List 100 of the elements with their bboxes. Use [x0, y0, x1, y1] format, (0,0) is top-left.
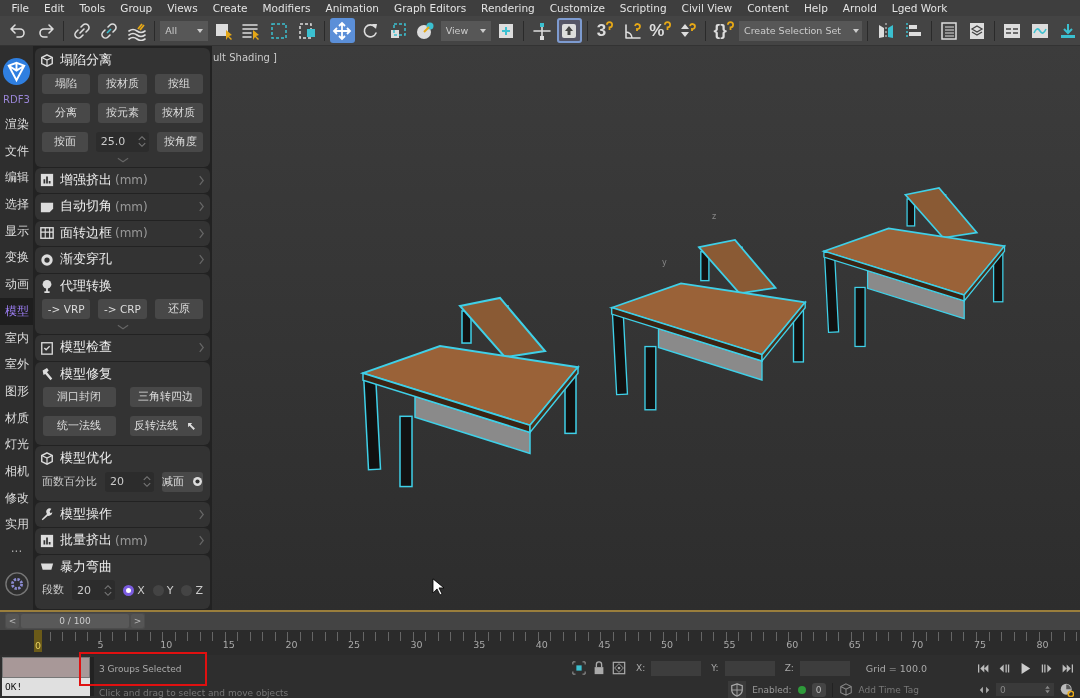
- menu-item[interactable]: Create: [205, 2, 256, 14]
- transform-mode-icon[interactable]: [612, 661, 627, 675]
- panel-button[interactable]: 塌陷: [42, 73, 91, 94]
- section-header[interactable]: 模型优化: [40, 446, 205, 472]
- spinner-field[interactable]: 20: [105, 471, 154, 492]
- section-header[interactable]: 自动切角 (mm): [40, 194, 205, 220]
- unit-label: (mm): [115, 199, 148, 214]
- panel-button[interactable]: 分离: [42, 102, 91, 123]
- logo-icon: [2, 57, 31, 86]
- sidebar-item[interactable]: 相机: [0, 457, 33, 485]
- section-header[interactable]: 模型修复: [40, 361, 205, 387]
- timeline-ruler[interactable]: 0 5 10 15 20 25 30 35 40 45 50 55 60 65 70 75 80: [33, 630, 1080, 655]
- desk-drawing[interactable]: [608, 239, 807, 411]
- viewport-label[interactable]: ult Shading ]: [213, 52, 277, 63]
- menu-item[interactable]: Lged Work: [884, 2, 955, 14]
- sidebar-item[interactable]: 显示: [0, 217, 33, 245]
- menu-item[interactable]: Content: [739, 2, 797, 14]
- section-header[interactable]: 塌陷分离: [40, 48, 205, 74]
- previous-frame-icon[interactable]: [998, 662, 1011, 674]
- panel-button[interactable]: 减面: [162, 471, 203, 492]
- selection-lock-icon[interactable]: [572, 661, 587, 675]
- left-right-arrows-icon[interactable]: [979, 685, 990, 694]
- dropdown[interactable]: Create Selection Set: [739, 20, 863, 41]
- time-slider-thumb[interactable]: < 0 / 100 >: [5, 613, 145, 629]
- menu-item[interactable]: Help: [796, 2, 836, 14]
- section-header[interactable]: 面转边框 (mm): [40, 220, 205, 246]
- sidebar-item[interactable]: 室内: [0, 324, 33, 352]
- sidebar-item[interactable]: 编辑: [0, 164, 33, 192]
- menu-item[interactable]: Graph Editors: [386, 2, 474, 14]
- shield-icon[interactable]: [728, 680, 747, 698]
- next-frame-icon[interactable]: [1040, 662, 1053, 674]
- menu-item[interactable]: Views: [159, 2, 206, 14]
- spinner-field[interactable]: 25.0: [95, 131, 150, 152]
- panel-button[interactable]: 按组: [154, 73, 203, 94]
- dropdown[interactable]: View: [440, 20, 491, 41]
- panel-button[interactable]: -> VRP: [42, 299, 91, 319]
- sidebar-item[interactable]: 材质: [0, 404, 33, 432]
- menu-item[interactable]: Civil View: [674, 2, 740, 14]
- sidebar-item[interactable]: 灯光: [0, 431, 33, 458]
- more-button[interactable]: ...: [10, 538, 23, 562]
- script-input-field[interactable]: [2, 657, 90, 678]
- section-header[interactable]: 批量挤出 (mm): [40, 528, 205, 554]
- menu-item[interactable]: Modifiers: [255, 2, 318, 14]
- sidebar-item[interactable]: 图形: [0, 377, 33, 405]
- desk-drawing[interactable]: [821, 187, 1007, 348]
- menu-item[interactable]: Animation: [318, 2, 387, 14]
- sidebar-item[interactable]: 选择: [0, 191, 33, 218]
- section-header[interactable]: 代理转换: [40, 273, 205, 299]
- sidebar-item[interactable]: 模型: [0, 297, 33, 325]
- menu-item[interactable]: Arnold: [835, 2, 885, 14]
- menu-item[interactable]: Edit: [36, 2, 72, 14]
- section-header[interactable]: 模型操作: [40, 501, 205, 527]
- sidebar-item[interactable]: 动画: [0, 271, 33, 298]
- menu-item[interactable]: File: [4, 2, 37, 14]
- menu-item[interactable]: Rendering: [473, 2, 543, 14]
- menu-item[interactable]: Scripting: [612, 2, 675, 14]
- panel-button[interactable]: -> CRP: [98, 299, 147, 319]
- panel-button[interactable]: 三角转四边: [129, 387, 202, 407]
- section-header[interactable]: 暴力弯曲: [40, 554, 205, 580]
- next-frame-button[interactable]: >: [131, 614, 144, 628]
- play-icon[interactable]: [1019, 662, 1032, 674]
- panel-button[interactable]: 按元素: [98, 102, 147, 123]
- radio-option[interactable]: Y: [152, 583, 174, 597]
- panel-button[interactable]: 按面: [42, 131, 88, 152]
- spinner-field[interactable]: 20: [72, 580, 116, 600]
- shortcut-button[interactable]: [557, 18, 582, 43]
- snap-button[interactable]: 3: [592, 18, 618, 43]
- settings-icon[interactable]: [4, 572, 29, 596]
- menu-item[interactable]: Customize: [542, 2, 613, 14]
- sidebar-item[interactable]: 文件: [0, 137, 33, 165]
- sidebar-item[interactable]: 室外: [0, 351, 33, 378]
- previous-frame-button[interactable]: <: [6, 614, 19, 628]
- panel-button[interactable]: 反转法线: [129, 416, 202, 436]
- panel-button[interactable]: 按角度: [157, 131, 203, 152]
- panel-button[interactable]: 统一法线: [43, 416, 116, 436]
- sidebar-item[interactable]: 实用: [0, 511, 33, 538]
- move-button[interactable]: [330, 18, 355, 43]
- viewport[interactable]: ult Shading ] z y: [212, 46, 1080, 610]
- sidebar-item[interactable]: 渲染: [0, 111, 33, 138]
- sidebar-item[interactable]: 变换: [0, 244, 33, 272]
- desk-drawing[interactable]: [359, 296, 580, 488]
- frame-counter[interactable]: 0 / 100: [21, 614, 129, 628]
- panel-button[interactable]: 按材质: [154, 102, 203, 123]
- radio-option[interactable]: Z: [181, 583, 203, 597]
- menu-item[interactable]: Tools: [71, 2, 113, 14]
- section-header[interactable]: 渐变穿孔: [40, 247, 205, 273]
- panel-button[interactable]: 还原: [154, 299, 203, 319]
- panel-button[interactable]: 按材质: [98, 73, 147, 94]
- dropdown[interactable]: All: [160, 20, 209, 41]
- go-to-start-icon[interactable]: [977, 662, 990, 674]
- panel-button[interactable]: 洞口封闭: [43, 387, 116, 407]
- section-header[interactable]: 模型检查: [40, 335, 205, 361]
- named-sets-button[interactable]: {}: [711, 18, 736, 43]
- radio-option[interactable]: X: [123, 583, 145, 597]
- percent-snap-button[interactable]: %: [648, 18, 673, 43]
- go-to-end-icon[interactable]: [1061, 662, 1074, 674]
- section-header[interactable]: 增强挤出 (mm): [40, 167, 205, 193]
- menu-item[interactable]: Group: [112, 2, 160, 14]
- time-config-icon[interactable]: [1060, 682, 1074, 697]
- sidebar-item[interactable]: 修改: [0, 484, 33, 512]
